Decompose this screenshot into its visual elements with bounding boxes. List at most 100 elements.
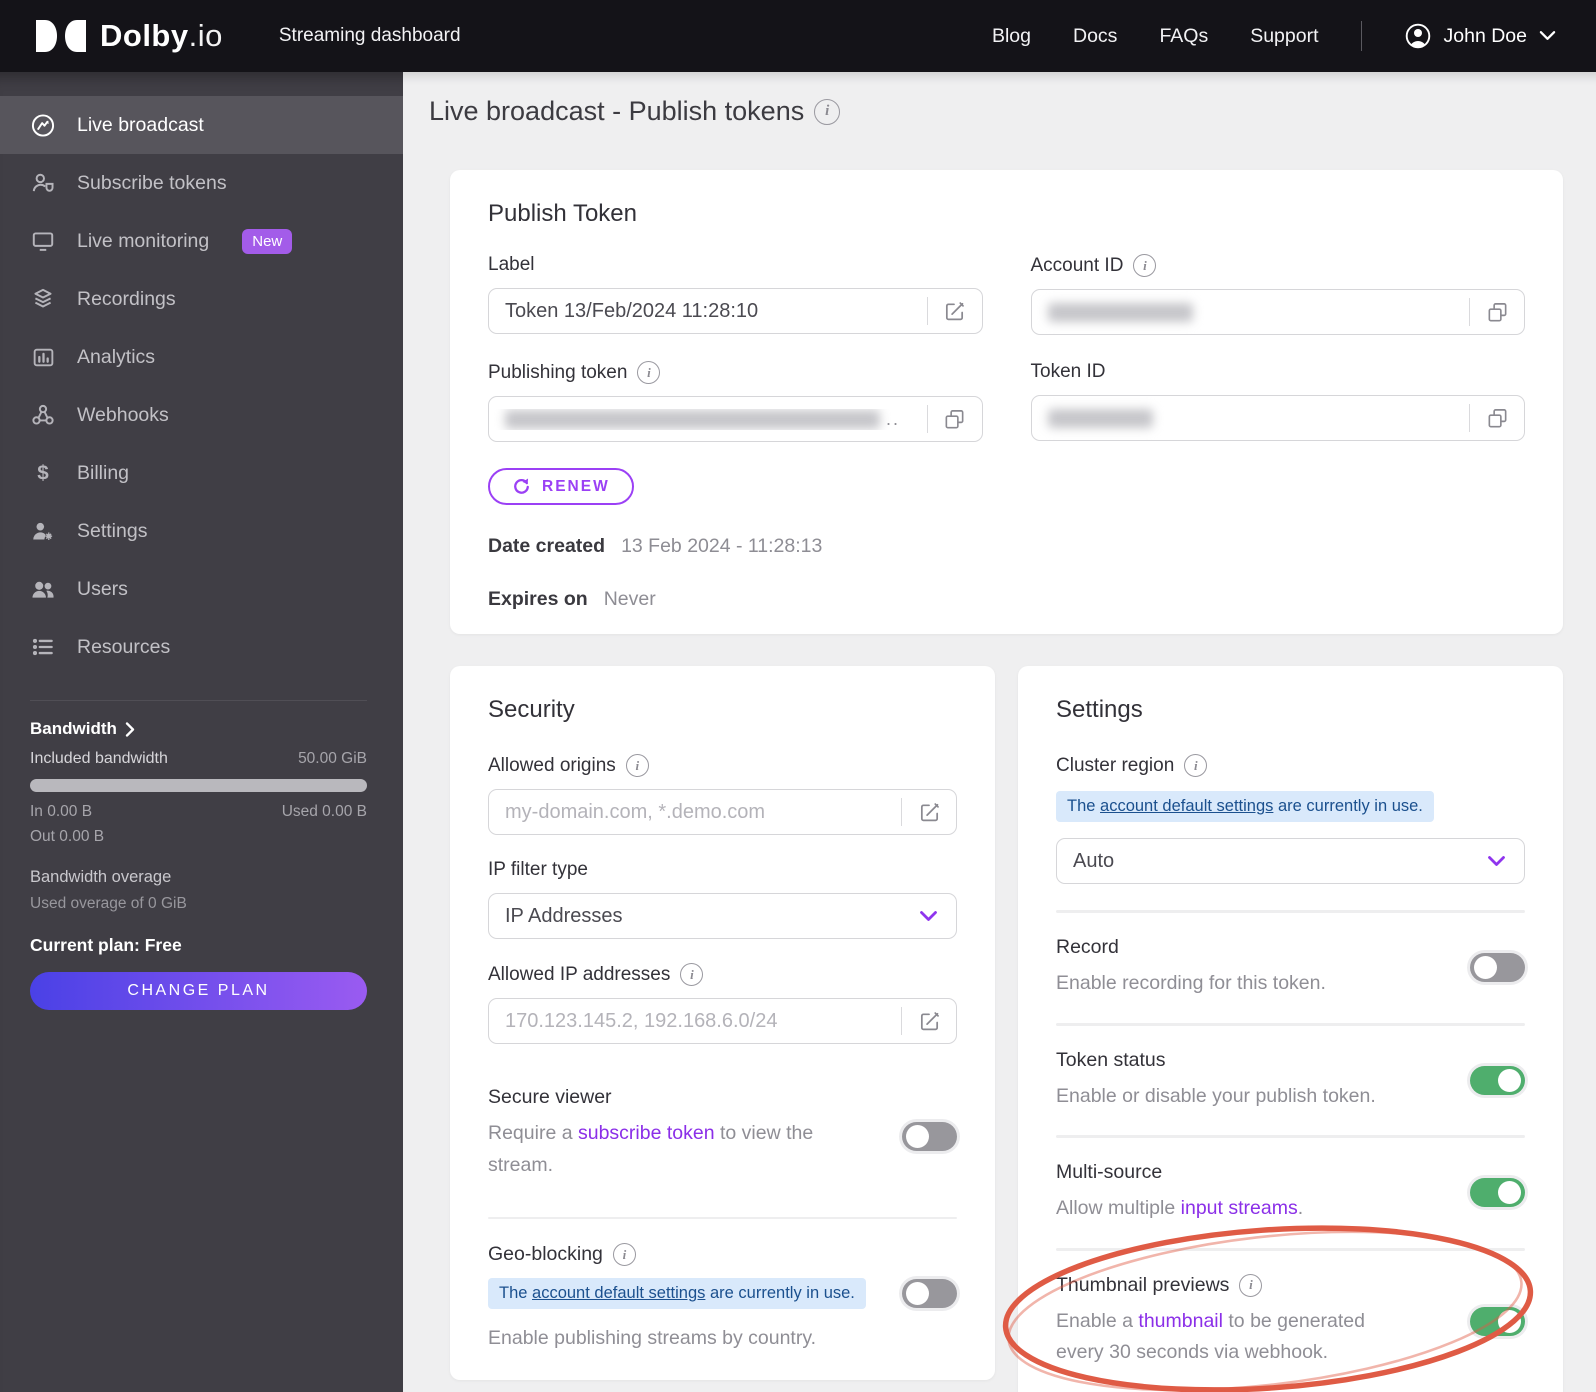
section-divider [488, 1217, 957, 1220]
sidebar-item-label: Analytics [77, 345, 156, 368]
sidebar-item-resources[interactable]: Resources [0, 618, 403, 676]
expires-label: Expires on [488, 588, 588, 610]
page-title: Live broadcast - Publish tokens i [429, 96, 841, 127]
publish-token-card: Publish Token Label Account ID i [450, 170, 1563, 634]
token-id-label: Token ID [1030, 361, 1106, 382]
cluster-region-select[interactable]: Auto [1056, 838, 1525, 884]
sidebar-item-label: Billing [77, 461, 130, 484]
geo-blocking-title: Geo-blocking [488, 1243, 603, 1266]
account-default-settings-link[interactable]: account default settings [532, 1284, 705, 1302]
live-broadcast-icon [30, 112, 56, 138]
bandwidth-in-value: In 0.00 B [30, 803, 93, 820]
secure-viewer-toggle[interactable] [902, 1122, 957, 1151]
edit-icon[interactable] [902, 1010, 956, 1033]
cluster-region-group: Cluster region i The account default sett… [1056, 754, 1525, 884]
masked-suffix: .. [886, 408, 901, 429]
ip-filter-group: IP filter type IP Addresses [488, 859, 957, 939]
sidebar-item-label: Live broadcast [77, 113, 204, 136]
sidebar-item-live-broadcast[interactable]: Live broadcast [0, 96, 403, 154]
renew-icon [514, 478, 529, 494]
label-group: Label [488, 254, 983, 335]
copy-icon[interactable] [1470, 301, 1524, 324]
cluster-region-info-icon[interactable]: i [1184, 754, 1208, 777]
input-streams-link[interactable]: input streams [1181, 1197, 1298, 1219]
settings-icon [30, 518, 56, 544]
change-plan-button[interactable]: CHANGE PLAN [30, 972, 367, 1010]
cluster-region-value: Auto [1073, 849, 1115, 872]
nav-divider [1360, 21, 1362, 51]
thumbnail-previews-info-icon[interactable]: i [1239, 1273, 1263, 1297]
sidebar-item-live-monitoring[interactable]: Live monitoring New [0, 212, 403, 270]
cluster-region-label: Cluster region [1056, 754, 1175, 776]
geo-blocking-toggle[interactable] [902, 1279, 957, 1309]
date-created-row: Date created 13 Feb 2024 - 11:28:13 [488, 535, 1525, 558]
bandwidth-overage-value: Used overage of 0 GiB [30, 895, 187, 912]
allowed-ip-info-icon[interactable]: i [680, 963, 704, 986]
copy-icon[interactable] [1470, 407, 1524, 430]
multi-source-toggle[interactable] [1470, 1178, 1525, 1208]
edit-icon[interactable] [928, 300, 982, 323]
token-status-desc: Enable or disable your publish token. [1056, 1084, 1376, 1107]
nav-link-docs[interactable]: Docs [1073, 25, 1117, 48]
included-bandwidth-label: Included bandwidth [30, 750, 168, 767]
recordings-icon [30, 286, 56, 312]
sidebar-item-analytics[interactable]: Analytics [0, 328, 403, 386]
thumbnail-previews-desc: Enable a thumbnail to be generated every… [1056, 1309, 1366, 1364]
multi-source-title: Multi-source [1056, 1161, 1163, 1184]
account-default-settings-link[interactable]: account default settings [1100, 797, 1273, 815]
secure-viewer-desc: Require a subscribe token to view the st… [488, 1122, 814, 1176]
bandwidth-progress-bar [30, 779, 367, 792]
multi-source-desc: Allow multiple input streams. [1056, 1197, 1304, 1220]
thumbnail-link[interactable]: thumbnail [1138, 1310, 1223, 1332]
nav-link-support[interactable]: Support [1250, 25, 1318, 48]
ip-filter-label: IP filter type [488, 859, 588, 880]
sidebar-item-label: Users [77, 577, 128, 600]
security-heading: Security [488, 696, 575, 723]
app-name: Streaming dashboard [278, 25, 461, 46]
chevron-right-icon [125, 721, 135, 737]
renew-button[interactable]: RENEW [488, 468, 634, 505]
user-menu[interactable]: John Doe [1404, 22, 1556, 50]
token-status-toggle[interactable] [1470, 1065, 1525, 1095]
token-label-input[interactable] [489, 299, 927, 323]
thumbnail-previews-title: Thumbnail previews [1056, 1273, 1230, 1296]
settings-card: Settings Cluster region i The account def… [1018, 666, 1563, 1392]
publish-token-heading: Publish Token [488, 200, 637, 227]
sidebar-item-billing[interactable]: $ Billing [0, 444, 403, 502]
allowed-ip-input[interactable] [489, 1009, 901, 1033]
sidebar-item-users[interactable]: Users [0, 560, 403, 618]
account-id-value-masked [1032, 302, 1470, 322]
allowed-origins-input[interactable] [489, 800, 901, 824]
nav-link-faqs[interactable]: FAQs [1159, 25, 1208, 48]
dolby-logo[interactable]: Dolby.io [32, 18, 223, 54]
included-bandwidth-value: 50.00 GiB [298, 750, 367, 767]
copy-icon[interactable] [928, 408, 982, 431]
publishing-token-info-icon[interactable]: i [637, 361, 661, 384]
allowed-origins-info-icon[interactable]: i [625, 754, 649, 777]
sidebar-item-recordings[interactable]: Recordings [0, 270, 403, 328]
bandwidth-title[interactable]: Bandwidth [30, 719, 367, 739]
token-status-title: Token status [1056, 1048, 1166, 1071]
subscribe-tokens-icon [30, 170, 56, 196]
record-title: Record [1056, 936, 1119, 958]
account-id-info-icon[interactable]: i [1133, 254, 1157, 277]
sidebar-item-subscribe-tokens[interactable]: Subscribe tokens [0, 154, 403, 212]
thumbnail-previews-row: Thumbnail previews i Enable a thumbnail t… [1056, 1251, 1525, 1392]
sidebar-item-settings[interactable]: Settings [0, 502, 403, 560]
expires-row: Expires on Never [488, 588, 1525, 611]
geo-blocking-info-icon[interactable]: i [612, 1243, 636, 1267]
sidebar-item-webhooks[interactable]: Webhooks [0, 386, 403, 444]
subscribe-token-link[interactable]: subscribe token [578, 1122, 715, 1144]
expires-value: Never [603, 588, 656, 610]
nav-link-blog[interactable]: Blog [992, 25, 1031, 48]
edit-icon[interactable] [902, 801, 956, 824]
thumbnail-previews-toggle[interactable] [1470, 1306, 1525, 1336]
token-id-group: Token ID [1030, 361, 1525, 442]
record-toggle[interactable] [1470, 953, 1525, 983]
secure-viewer-title: Secure viewer [488, 1086, 612, 1108]
dolby-double-d-icon [36, 20, 86, 52]
token-id-value-masked [1032, 408, 1470, 428]
ip-filter-select[interactable]: IP Addresses [488, 893, 957, 939]
sidebar-item-label: Settings [77, 519, 148, 542]
page-info-icon[interactable]: i [814, 98, 841, 125]
